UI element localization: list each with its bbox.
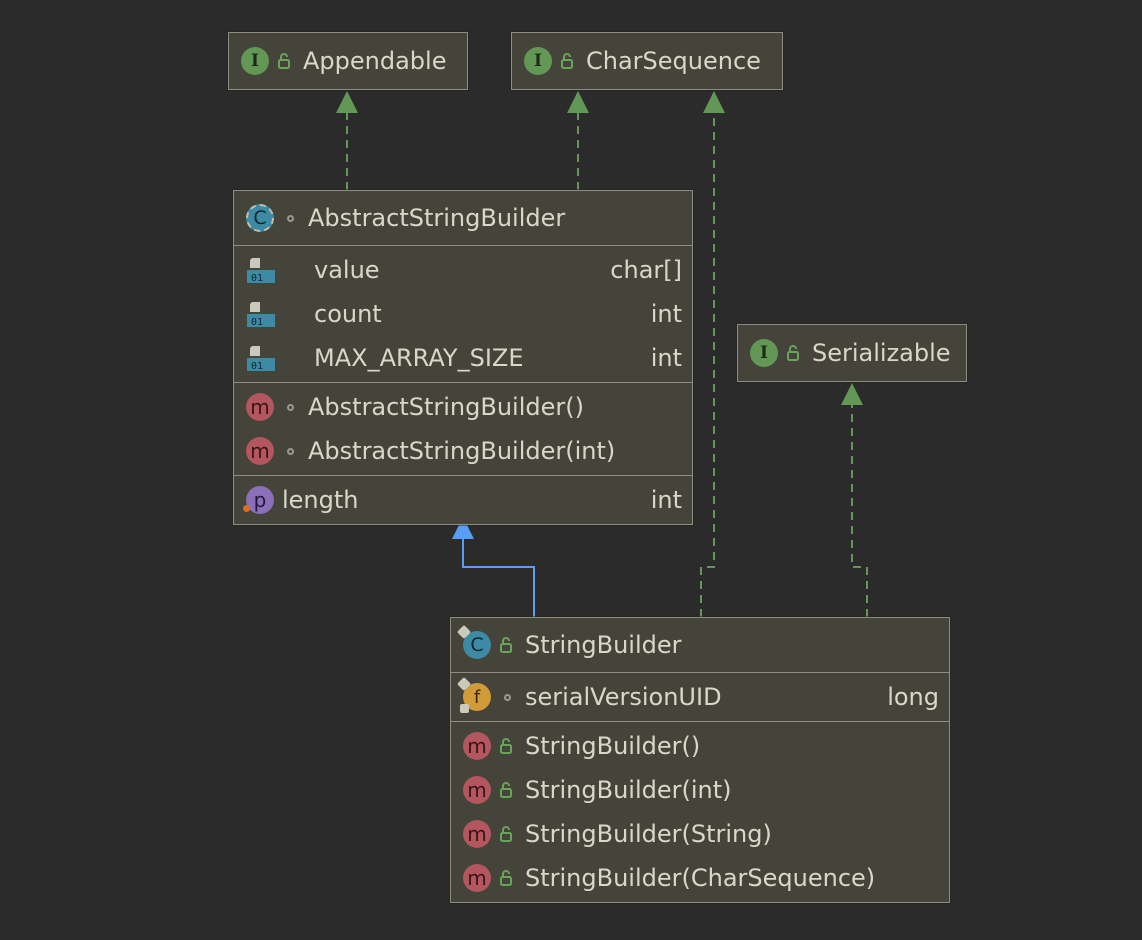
node-stringbuilder[interactable]: C StringBuilder f serialVersionUID long (450, 617, 950, 903)
uml-class-diagram: I Appendable I CharSequence I Serializab… (0, 0, 1142, 940)
public-lock-icon (495, 776, 519, 804)
node-stringbuilder-header: C StringBuilder (451, 618, 949, 672)
public-lock-icon (495, 631, 519, 659)
package-private-icon (278, 437, 302, 465)
field-row[interactable]: f serialVersionUID long (451, 675, 949, 719)
package-private-icon (278, 204, 302, 232)
field-icon: 01 (246, 256, 276, 284)
interface-icon: I (524, 47, 552, 75)
edge-stringbuilder-implements-charsequence (700, 91, 725, 617)
package-private-icon (278, 393, 302, 421)
field-icon: 01 (246, 300, 276, 328)
fields-section: f serialVersionUID long (451, 672, 949, 721)
field-type: int (650, 300, 682, 328)
node-appendable-header: I Appendable (229, 33, 467, 89)
field-type: long (887, 683, 939, 711)
node-charsequence-name: CharSequence (586, 47, 761, 75)
node-serializable[interactable]: I Serializable (737, 324, 967, 382)
final-class-icon: C (456, 624, 491, 659)
svg-text:01: 01 (251, 317, 263, 328)
method-row[interactable]: m AbstractStringBuilder() (234, 385, 692, 429)
node-appendable[interactable]: I Appendable (228, 32, 468, 90)
node-charsequence[interactable]: I CharSequence (511, 32, 783, 90)
edge-stringbuilder-implements-serializable (841, 383, 868, 617)
field-type: int (650, 344, 682, 372)
field-glyph: f (473, 686, 481, 708)
interface-icon: I (241, 47, 269, 75)
property-type: int (650, 486, 682, 514)
node-abstractstringbuilder[interactable]: C AbstractStringBuilder 01 value char[] … (233, 190, 693, 525)
public-lock-icon (495, 732, 519, 760)
public-lock-icon (273, 47, 297, 75)
field-type: char[] (610, 256, 682, 284)
interface-icon: I (750, 339, 778, 367)
method-row[interactable]: m StringBuilder(String) (451, 812, 949, 856)
field-name: count (314, 300, 382, 328)
methods-section: m AbstractStringBuilder() m AbstractStri… (234, 382, 692, 475)
method-name: AbstractStringBuilder() (308, 393, 584, 421)
node-serializable-name: Serializable (812, 339, 951, 367)
method-name: StringBuilder(CharSequence) (525, 864, 876, 892)
method-icon: m (463, 864, 491, 892)
field-row[interactable]: 01 MAX_ARRAY_SIZE int (234, 336, 692, 380)
methods-section: m StringBuilder() m StringBuilder(int) m… (451, 721, 949, 902)
method-row[interactable]: m AbstractStringBuilder(int) (234, 429, 692, 473)
method-row[interactable]: m StringBuilder(CharSequence) (451, 856, 949, 900)
field-name: MAX_ARRAY_SIZE (314, 344, 524, 372)
public-lock-icon (495, 864, 519, 892)
static-pin-icon (460, 704, 469, 713)
property-glyph: p (253, 488, 267, 512)
property-row[interactable]: p length int (234, 478, 692, 522)
svg-text:01: 01 (251, 361, 263, 372)
abstract-class-icon: C (246, 204, 274, 232)
node-charsequence-header: I CharSequence (512, 33, 782, 89)
class-glyph: C (470, 634, 484, 656)
field-icon: 01 (246, 344, 276, 372)
property-icon: p (243, 486, 274, 514)
edge-stringbuilder-extends-abstractstringbuilder (452, 517, 535, 617)
field-name: value (314, 256, 380, 284)
public-lock-icon (495, 820, 519, 848)
method-name: StringBuilder(String) (525, 820, 772, 848)
field-row[interactable]: 01 count int (234, 292, 692, 336)
node-appendable-name: Appendable (303, 47, 447, 75)
method-icon: m (246, 437, 274, 465)
public-lock-icon (556, 47, 580, 75)
method-icon: m (463, 732, 491, 760)
final-pin-icon (456, 676, 472, 692)
method-name: StringBuilder(int) (525, 776, 732, 804)
method-icon: m (463, 776, 491, 804)
method-icon: m (463, 820, 491, 848)
final-static-field-icon: f (456, 676, 491, 713)
node-abstractstringbuilder-name: AbstractStringBuilder (308, 204, 566, 232)
property-name: length (282, 486, 359, 514)
fields-section: 01 value char[] 01 count int 01 MAX_ARRA… (234, 245, 692, 382)
method-row[interactable]: m StringBuilder(int) (451, 768, 949, 812)
svg-text:01: 01 (251, 273, 263, 284)
node-stringbuilder-name: StringBuilder (525, 631, 682, 659)
edge-abstractstringbuilder-implements-appendable (336, 91, 358, 190)
method-icon: m (246, 393, 274, 421)
node-serializable-header: I Serializable (738, 325, 966, 381)
method-name: StringBuilder() (525, 732, 701, 760)
method-row[interactable]: m StringBuilder() (451, 724, 949, 768)
public-lock-icon (782, 339, 806, 367)
properties-section: p length int (234, 475, 692, 524)
protected-dot-icon (243, 505, 250, 512)
node-abstractstringbuilder-header: C AbstractStringBuilder (234, 191, 692, 245)
field-name: serialVersionUID (525, 683, 722, 711)
package-private-icon (495, 683, 519, 711)
final-pin-icon (456, 624, 472, 640)
edge-abstractstringbuilder-implements-charsequence (567, 91, 589, 190)
field-row[interactable]: 01 value char[] (234, 248, 692, 292)
method-name: AbstractStringBuilder(int) (308, 437, 616, 465)
